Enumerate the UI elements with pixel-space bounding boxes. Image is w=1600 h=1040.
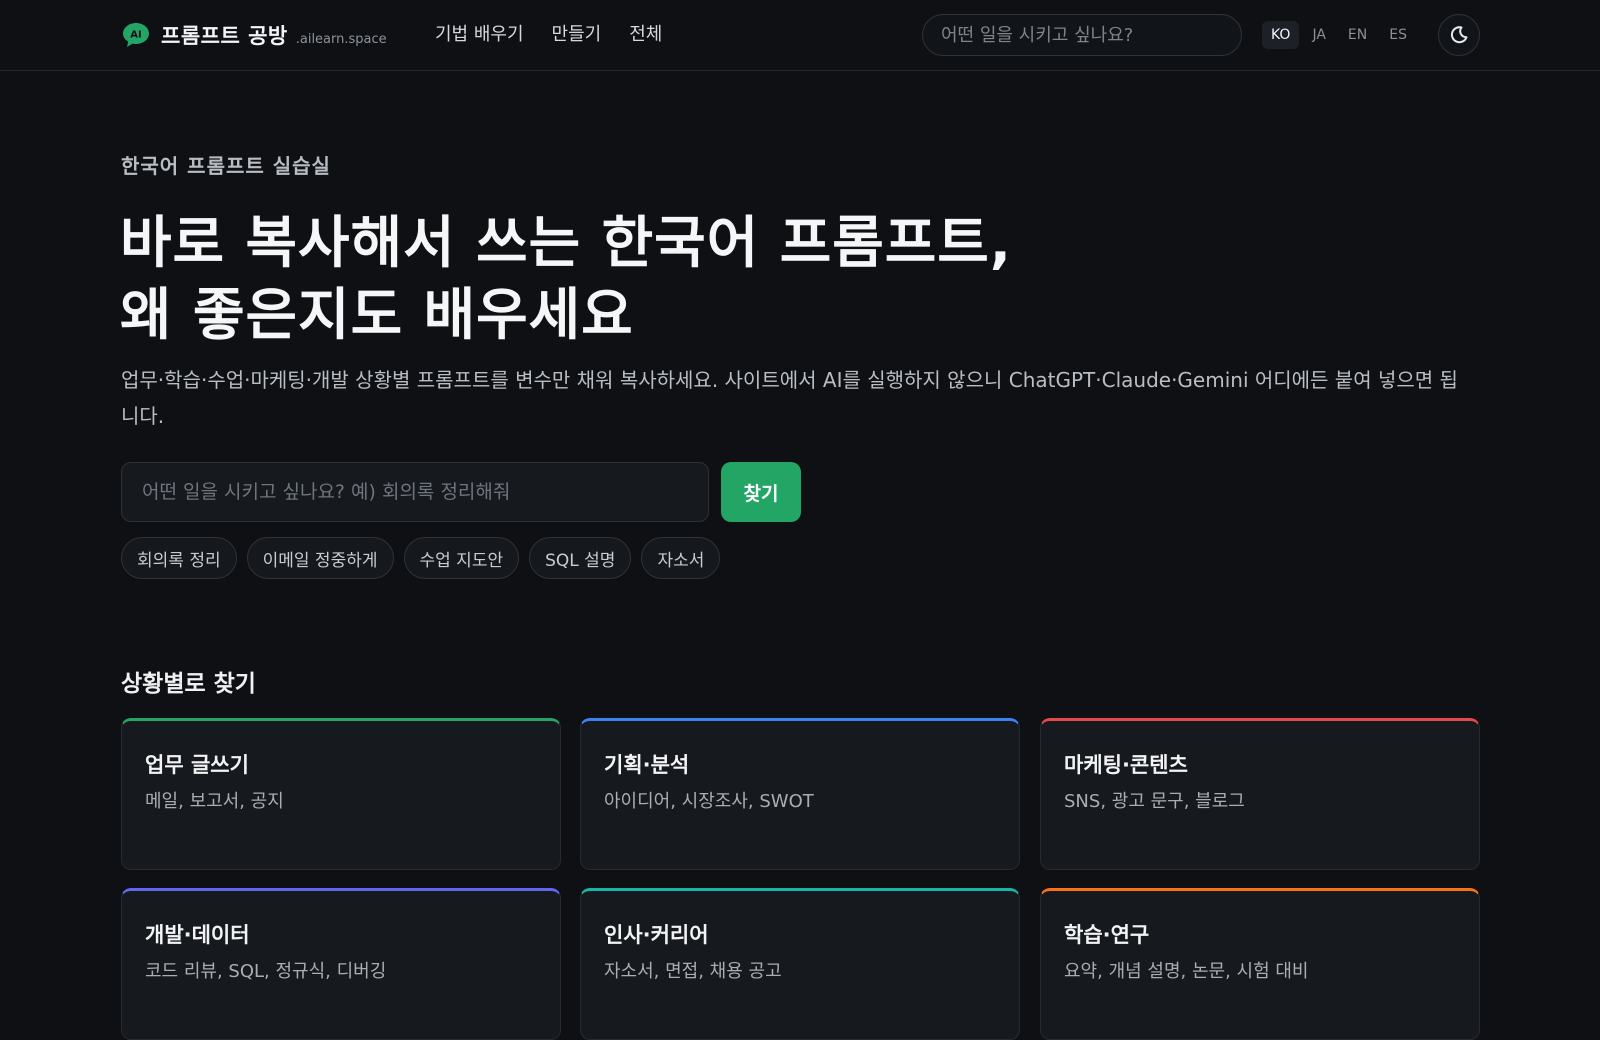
nav-link-create[interactable]: 만들기 (552, 20, 602, 46)
brand-domain: .ailearn.space (295, 31, 387, 47)
suggestion-chip[interactable]: SQL 설명 (529, 537, 632, 579)
category-grid: 업무 글쓰기 메일, 보고서, 공지 기획·분석 아이디어, 시장조사, SWO… (121, 718, 1480, 1040)
ai-chat-bubble-icon: AI (123, 23, 149, 47)
category-card-title: 마케팅·콘텐츠 (1064, 753, 1188, 777)
top-navigation-bar: AI 프롬프트 공방 .ailearn.space 기법 배우기 만들기 전체 … (0, 0, 1600, 71)
language-switcher: KO JA EN ES (1262, 19, 1416, 51)
category-card-study-research[interactable]: 학습·연구 요약, 개념 설명, 논문, 시험 대비 (1040, 888, 1480, 1040)
search-button[interactable]: 찾기 (721, 462, 801, 522)
nav-link-all[interactable]: 전체 (629, 20, 662, 46)
brand-title: 프롬프트 공방 (161, 24, 288, 48)
suggestion-chip[interactable]: 이메일 정중하게 (246, 537, 394, 579)
category-card-dev-data[interactable]: 개발·데이터 코드 리뷰, SQL, 정규식, 디버깅 (121, 888, 561, 1040)
header-search-input[interactable] (922, 14, 1242, 56)
svg-text:AI: AI (130, 30, 141, 41)
moon-icon (1450, 26, 1468, 44)
suggestion-chip[interactable]: 회의록 정리 (121, 537, 237, 579)
theme-toggle-button[interactable] (1438, 14, 1480, 56)
category-card-business-writing[interactable]: 업무 글쓰기 메일, 보고서, 공지 (121, 718, 561, 870)
category-card-desc: 아이디어, 시장조사, SWOT (604, 791, 814, 812)
category-card-title: 개발·데이터 (145, 923, 250, 947)
hero-eyebrow: 한국어 프롬프트 실습실 (121, 154, 331, 178)
hero-lead-text: 업무·학습·수업·마케팅·개발 상황별 프롬프트를 변수만 채워 복사하세요. … (121, 368, 1458, 428)
hero-headline-line-1: 바로 복사해서 쓰는 한국어 프롬프트, (120, 211, 1013, 276)
brand-logo-link[interactable]: AI 프롬프트 공방 .ailearn.space (121, 18, 387, 52)
category-card-desc: 메일, 보고서, 공지 (145, 791, 284, 812)
category-card-title: 업무 글쓰기 (145, 753, 249, 777)
lang-option-es[interactable]: ES (1380, 21, 1416, 49)
section-title-by-situation: 상황별로 찾기 (121, 671, 256, 697)
hero-headline-line-2: 왜 좋은지도 배우세요 (120, 283, 634, 348)
category-card-desc: 자소서, 면접, 채용 공고 (604, 961, 782, 982)
hero-headline: 바로 복사해서 쓰는 한국어 프롬프트, 왜 좋은지도 배우세요 (120, 208, 1500, 352)
hero-search-input[interactable] (121, 462, 709, 522)
suggestion-chip[interactable]: 수업 지도안 (403, 537, 520, 579)
suggestion-chips: 회의록 정리 이메일 정중하게 수업 지도안 SQL 설명 자소서 (121, 537, 721, 579)
category-card-planning-analysis[interactable]: 기획·분석 아이디어, 시장조사, SWOT (580, 718, 1020, 870)
category-card-marketing-content[interactable]: 마케팅·콘텐츠 SNS, 광고 문구, 블로그 (1040, 718, 1480, 870)
category-card-desc: 코드 리뷰, SQL, 정규식, 디버깅 (145, 961, 387, 982)
nav-link-learn-techniques[interactable]: 기법 배우기 (435, 20, 524, 46)
category-card-hr-career[interactable]: 인사·커리어 자소서, 면접, 채용 공고 (580, 888, 1020, 1040)
lang-option-en[interactable]: EN (1339, 21, 1376, 49)
category-card-title: 인사·커리어 (604, 923, 709, 947)
suggestion-chip[interactable]: 자소서 (641, 537, 721, 579)
category-card-title: 기획·분석 (604, 753, 690, 777)
lang-option-ja[interactable]: JA (1303, 21, 1334, 49)
category-card-desc: 요약, 개념 설명, 논문, 시험 대비 (1064, 961, 1309, 982)
lang-option-ko[interactable]: KO (1262, 21, 1300, 49)
category-card-desc: SNS, 광고 문구, 블로그 (1064, 791, 1245, 812)
category-card-title: 학습·연구 (1064, 923, 1150, 947)
main-nav: 기법 배우기 만들기 전체 (435, 18, 662, 48)
